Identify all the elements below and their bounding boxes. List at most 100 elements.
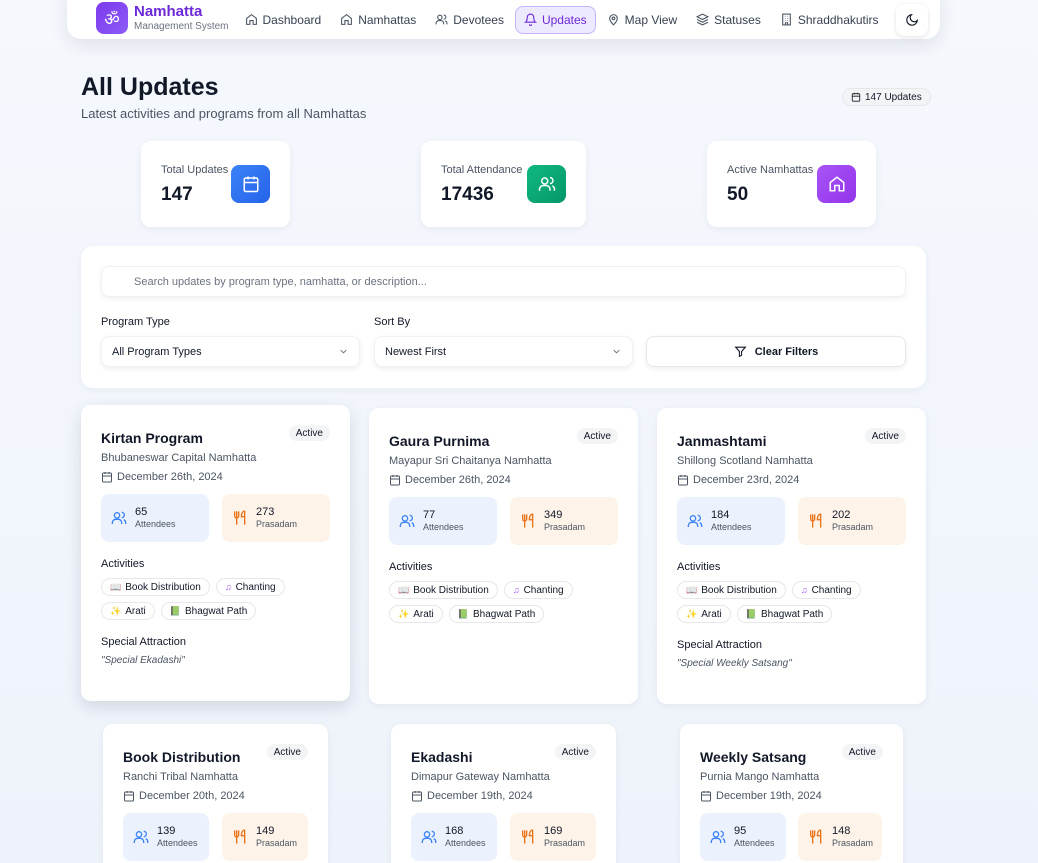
music-icon: ♫ xyxy=(800,585,808,595)
sort-by-select[interactable]: Newest First xyxy=(374,336,633,367)
nav-item-dashboard[interactable]: Dashboard xyxy=(237,6,330,34)
activity-chip-label: Arati xyxy=(701,608,722,620)
calendar-icon xyxy=(231,165,270,203)
stat-label: Active Namhattas xyxy=(727,164,814,176)
prasadam-count: 273 xyxy=(256,506,275,518)
card-title: Kirtan Program xyxy=(101,430,203,446)
update-card[interactable]: Book Distribution Active Ranchi Tribal N… xyxy=(103,724,328,863)
activity-chip-label: Arati xyxy=(125,605,146,617)
activities-label: Activities xyxy=(389,561,433,573)
card-title: Book Distribution xyxy=(123,749,241,765)
brand[interactable]: Namhatta Management System xyxy=(134,4,229,32)
calendar-icon xyxy=(412,791,422,802)
activity-chip: 📖 Book Distribution xyxy=(677,581,786,599)
program-type-select[interactable]: All Program Types xyxy=(101,336,360,367)
card-date-text: December 26th, 2024 xyxy=(405,474,511,486)
activity-chip: 📖 Book Distribution xyxy=(101,578,210,596)
calendar-icon xyxy=(102,472,112,483)
users-icon xyxy=(687,514,703,527)
card-title: Gaura Purnima xyxy=(389,433,490,449)
attendees-metric: 184 Attendees xyxy=(677,497,785,545)
prasadam-metric: 349 Prasadam xyxy=(510,497,618,545)
activity-chip-label: Bhagwat Path xyxy=(761,608,824,620)
home-icon xyxy=(245,13,257,25)
clear-filters-button[interactable]: Clear Filters xyxy=(646,336,906,367)
nav-item-updates[interactable]: Updates xyxy=(514,5,596,34)
attendees-label: Attendees xyxy=(157,838,198,849)
activity-chip-label: Bhagwat Path xyxy=(473,608,536,620)
nav-item-devotees[interactable]: Devotees xyxy=(427,6,512,34)
activity-chip: 📗 Bhagwat Path xyxy=(160,602,257,620)
nav-item-shraddhakutirs[interactable]: Shraddhakutirs xyxy=(772,6,887,34)
nav-item-statuses[interactable]: Statuses xyxy=(688,6,769,34)
chevron-down-icon xyxy=(613,349,620,354)
attendees-label: Attendees xyxy=(423,522,464,533)
utensils-icon xyxy=(810,829,822,844)
users-icon xyxy=(133,830,149,843)
card-date: December 19th, 2024 xyxy=(700,790,822,802)
attendees-metric: 77 Attendees xyxy=(389,497,497,545)
card-date-text: December 26th, 2024 xyxy=(117,471,223,483)
program-type-value: All Program Types xyxy=(112,345,202,358)
prasadam-count: 349 xyxy=(544,509,563,521)
program-type-label: Program Type xyxy=(101,316,170,328)
update-card[interactable]: Gaura Purnima Active Mayapur Sri Chaitan… xyxy=(369,408,638,704)
calendar-icon xyxy=(390,475,400,486)
theme-toggle-button[interactable] xyxy=(895,3,928,36)
update-card[interactable]: Weekly Satsang Active Purnia Mango Namha… xyxy=(680,724,903,863)
attendees-label: Attendees xyxy=(734,838,775,849)
attendees-metric: 168 Attendees xyxy=(411,813,497,861)
calendar-icon xyxy=(851,92,861,102)
status-badge: Active xyxy=(841,744,883,760)
stat-value: 50 xyxy=(727,184,749,205)
page-title: All Updates xyxy=(81,73,219,101)
update-card[interactable]: Kirtan Program Active Bhubaneswar Capita… xyxy=(81,405,350,701)
updates-count-badge: 147 Updates xyxy=(842,88,931,106)
stat-total-attendance: Total Attendance 17436 xyxy=(421,141,586,227)
utensils-icon xyxy=(234,510,246,525)
brand-name: Namhatta xyxy=(134,2,203,20)
update-card[interactable]: Ekadashi Active Dimapur Gateway Namhatta… xyxy=(391,724,616,863)
book-icon: 📖 xyxy=(686,584,698,595)
clear-filters-label: Clear Filters xyxy=(754,345,819,358)
attendees-count: 77 xyxy=(423,509,436,521)
music-icon: ♫ xyxy=(512,585,520,595)
page-subtitle: Latest activities and programs from all … xyxy=(81,106,367,121)
card-date: December 26th, 2024 xyxy=(389,474,511,486)
attendees-metric: 95 Attendees xyxy=(700,813,786,861)
activity-chip-label: Arati xyxy=(413,608,434,620)
activity-chip: ✨ Arati xyxy=(101,602,155,620)
attendees-label: Attendees xyxy=(445,838,486,849)
chevron-down-icon xyxy=(340,349,347,354)
activity-chip: 📗 Bhagwat Path xyxy=(448,605,545,623)
utensils-icon xyxy=(234,829,246,844)
calendar-icon xyxy=(701,791,711,802)
nav-item-namhattas[interactable]: Namhattas xyxy=(332,6,424,34)
prasadam-metric: 273 Prasadam xyxy=(222,494,330,542)
calendar-icon xyxy=(678,475,688,486)
prasadam-count: 202 xyxy=(832,509,851,521)
stat-value: 17436 xyxy=(441,184,494,205)
card-date-text: December 19th, 2024 xyxy=(427,790,533,802)
activity-chip-label: Book Distribution xyxy=(125,581,201,593)
users-icon xyxy=(435,14,448,25)
nav-item-label: Statuses xyxy=(714,12,761,27)
status-badge: Active xyxy=(266,744,308,760)
sort-by-label: Sort By xyxy=(374,316,411,328)
attendees-label: Attendees xyxy=(135,519,176,530)
card-location: Mayapur Sri Chaitanya Namhatta xyxy=(389,455,552,467)
search-input[interactable] xyxy=(101,266,906,297)
card-date-text: December 23rd, 2024 xyxy=(693,474,800,486)
update-card[interactable]: Janmashtami Active Shillong Scotland Nam… xyxy=(657,408,926,704)
attendees-label: Attendees xyxy=(711,522,752,533)
om-logo-icon[interactable]: ॐ xyxy=(96,2,128,34)
prasadam-label: Prasadam xyxy=(832,838,874,849)
book-icon: 📖 xyxy=(110,581,122,592)
nav-item-label: Map View xyxy=(624,12,678,27)
stat-active-namhattas: Active Namhattas 50 xyxy=(707,141,876,227)
activity-chip: 📗 Bhagwat Path xyxy=(736,605,833,623)
status-badge: Active xyxy=(288,425,330,441)
status-badge: Active xyxy=(864,428,906,444)
nav-item-map-view[interactable]: Map View xyxy=(599,6,685,34)
book-icon: 📖 xyxy=(398,584,410,595)
